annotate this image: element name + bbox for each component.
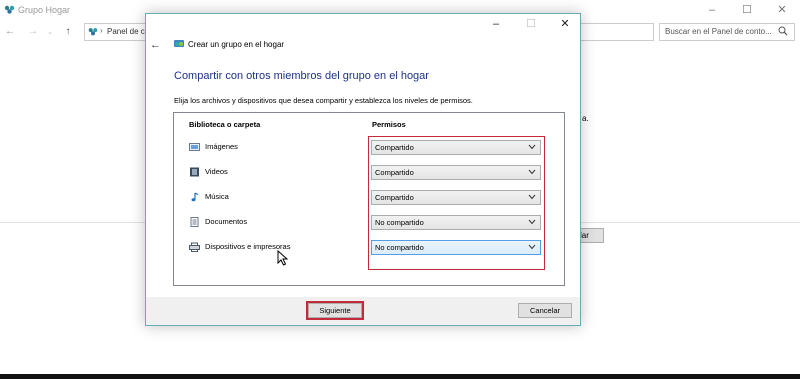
background-button-fragment[interactable]: lar xyxy=(578,228,604,243)
row-label-documentos: Documentos xyxy=(205,217,248,226)
row-label-videos: Videos xyxy=(205,167,228,176)
close-icon[interactable]: ✕ xyxy=(775,4,789,16)
dialog-maximize-icon: ☐ xyxy=(526,18,536,30)
videos-icon xyxy=(190,167,199,177)
homegroup-wizard-icon xyxy=(174,40,184,47)
instructions-text: Elija los archivos y dispositivos que de… xyxy=(174,96,473,105)
permissions-highlight-box xyxy=(368,136,545,270)
breadcrumb[interactable]: Panel de co xyxy=(107,27,149,36)
forward-arrow-icon[interactable]: → xyxy=(27,26,39,37)
pictures-icon xyxy=(189,143,200,151)
minimize-icon[interactable]: – xyxy=(705,4,719,16)
printer-icon xyxy=(189,242,200,252)
control-panel-small-icon xyxy=(88,28,98,36)
row-label-musica: Música xyxy=(205,192,229,201)
dialog-title: Crear un grupo en el hogar xyxy=(188,40,285,49)
page-heading: Compartir con otros miembros del grupo e… xyxy=(174,70,429,82)
mouse-cursor-icon xyxy=(277,250,289,266)
taskbar-edge xyxy=(0,374,800,379)
dialog-minimize-icon[interactable]: – xyxy=(488,17,504,31)
column-header-library: Biblioteca o carpeta xyxy=(189,120,261,129)
cancel-button[interactable]: Cancelar xyxy=(518,303,572,318)
back-arrow-icon[interactable]: ← xyxy=(4,26,16,37)
music-icon xyxy=(191,192,199,202)
next-button[interactable]: Siguiente xyxy=(308,303,362,318)
search-icon[interactable] xyxy=(778,26,788,36)
search-placeholder: Buscar en el Panel de conto... xyxy=(665,27,772,36)
maximize-icon[interactable]: ☐ xyxy=(740,4,754,16)
recent-chevron-icon[interactable]: ⌄ xyxy=(44,28,56,36)
up-arrow-icon[interactable]: ↑ xyxy=(62,26,74,37)
control-panel-title: Grupo Hogar xyxy=(18,5,71,15)
homegroup-icon xyxy=(4,5,15,14)
documents-icon xyxy=(190,217,199,227)
background-text-fragment: a. xyxy=(582,114,589,123)
row-label-imagenes: Imágenes xyxy=(205,142,238,151)
column-header-permissions: Permisos xyxy=(372,120,406,129)
sharing-list-panel: Biblioteca o carpeta Permisos Imágenes C… xyxy=(173,112,565,286)
dialog-close-icon[interactable]: ✕ xyxy=(557,17,573,31)
breadcrumb-separator-icon: › xyxy=(100,26,103,35)
dialog-back-arrow-icon[interactable]: ← xyxy=(150,39,161,51)
dialog-titlebar xyxy=(146,14,580,36)
dialog-footer: Siguiente Cancelar xyxy=(146,297,580,325)
create-homegroup-dialog: – ☐ ✕ ← Crear un grupo en el hogar Compa… xyxy=(145,13,581,326)
